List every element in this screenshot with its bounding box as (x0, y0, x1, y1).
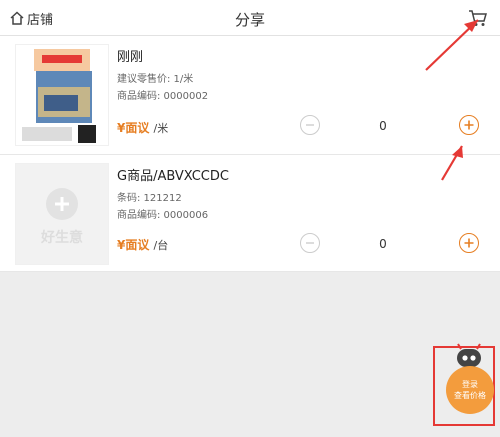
top-bar: 店铺 分享 (0, 0, 500, 36)
product-retail-price: 建议零售价: 1/米 (117, 74, 194, 85)
share-page: 店铺 分享 刚刚 建议零售价: 1/米 商品编码: 0000002 ¥面议 /米… (0, 0, 500, 437)
price-value: ¥面议 (117, 121, 150, 135)
quantity-value[interactable]: 0 (373, 237, 393, 251)
price-value: ¥面议 (117, 238, 150, 252)
product-name: G商品/ABVXCCDC (117, 169, 229, 184)
price-unit: /台 (153, 239, 169, 252)
cart-icon[interactable] (468, 8, 488, 28)
product-code: 商品编码: 0000002 (117, 91, 209, 102)
product-image (15, 44, 109, 146)
quantity-value[interactable]: 0 (373, 119, 393, 133)
placeholder-brand-text: 好生意 (40, 229, 83, 246)
product-code: 商品编码: 0000006 (117, 210, 209, 221)
product-list: 刚刚 建议零售价: 1/米 商品编码: 0000002 ¥面议 /米 0 好生意… (0, 36, 500, 272)
price-unit: /米 (153, 122, 169, 135)
login-view-price-button[interactable]: 登录 查看价格 (446, 366, 494, 414)
product-row-1[interactable]: 刚刚 建议零售价: 1/米 商品编码: 0000002 ¥面议 /米 0 (0, 36, 500, 155)
decrease-qty-button[interactable] (300, 233, 320, 253)
price-label: ¥面议 /台 (117, 236, 168, 253)
login-text: 登录 (462, 380, 478, 389)
page-title: 分享 (234, 11, 265, 29)
product-image-placeholder: 好生意 (15, 163, 109, 265)
increase-qty-button[interactable] (459, 115, 479, 135)
decrease-qty-button[interactable] (300, 115, 320, 135)
increase-qty-button[interactable] (459, 233, 479, 253)
price-label: ¥面议 /米 (117, 119, 168, 136)
view-price-text: 查看价格 (454, 391, 486, 400)
product-name: 刚刚 (117, 50, 144, 65)
product-row-2[interactable]: 好生意 G商品/ABVXCCDC 条码: 121212 商品编码: 000000… (0, 155, 500, 272)
product-barcode: 条码: 121212 (117, 193, 182, 204)
